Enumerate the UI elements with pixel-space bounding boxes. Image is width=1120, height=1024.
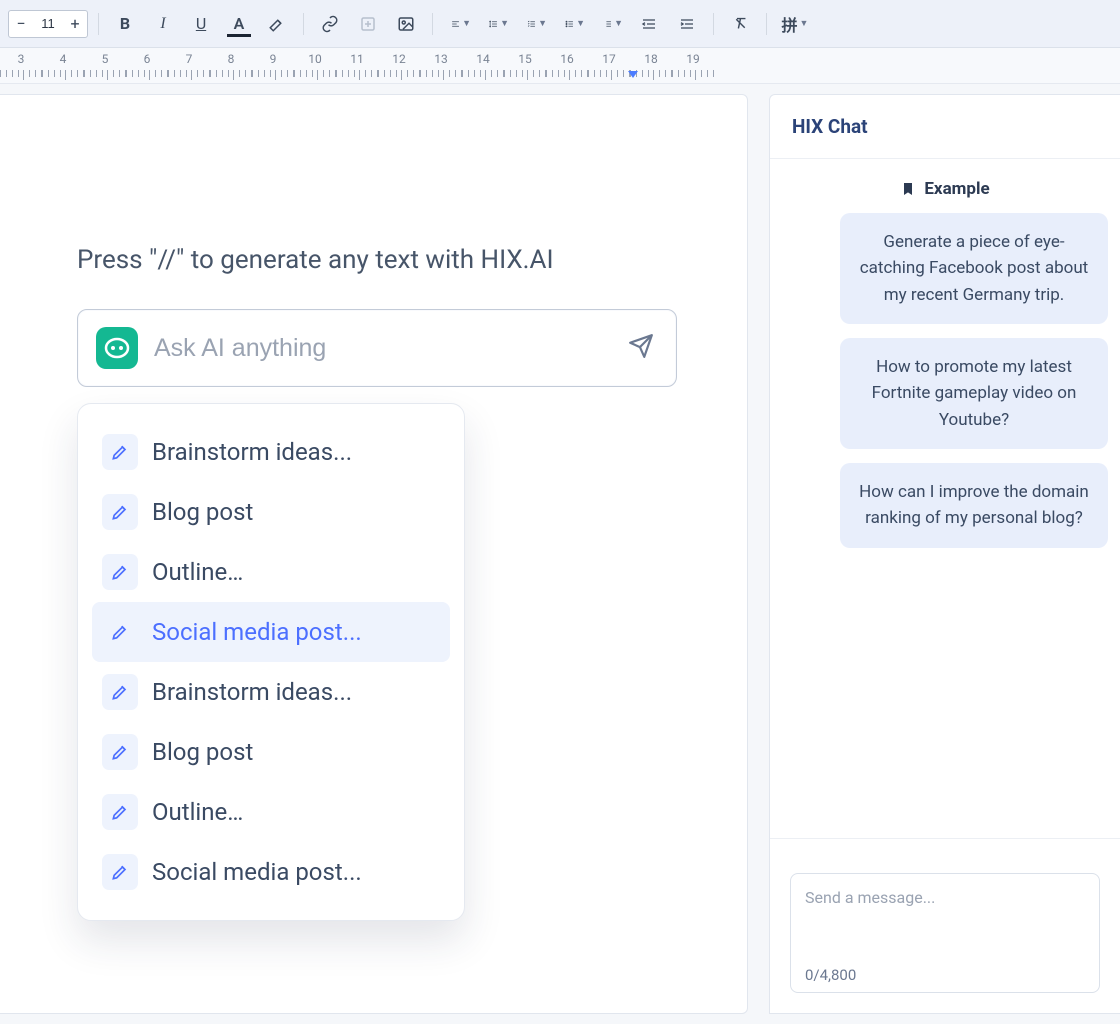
- pencil-icon: [102, 674, 138, 710]
- suggestion-label: Brainstorm ideas...: [152, 678, 352, 706]
- toolbar-separator: [432, 13, 433, 35]
- formatting-toolbar: − + B I U A ▼ ▼ ▼ ▼ ▼ 拼▼: [0, 0, 1120, 48]
- insert-button[interactable]: [352, 8, 384, 40]
- ruler-unit: 4: [42, 52, 84, 66]
- suggestion-item[interactable]: Outline…: [92, 782, 450, 842]
- suggestion-item[interactable]: Brainstorm ideas...: [92, 422, 450, 482]
- char-counter: 0/4,800: [805, 966, 1085, 984]
- align-button[interactable]: ▼: [443, 8, 475, 40]
- toolbar-separator: [303, 13, 304, 35]
- indent-button[interactable]: [671, 8, 703, 40]
- ruler-unit: 14: [462, 52, 504, 66]
- chat-header: HIX Chat: [770, 95, 1120, 159]
- send-icon[interactable]: [628, 333, 654, 363]
- pencil-icon: [102, 734, 138, 770]
- ruler-unit: 15: [504, 52, 546, 66]
- pencil-icon: [102, 794, 138, 830]
- suggestion-item[interactable]: Social media post...: [92, 842, 450, 902]
- ruler-unit: 17: [588, 52, 630, 66]
- ruler-unit: 8: [210, 52, 252, 66]
- numbered-list-button[interactable]: ▼: [595, 8, 627, 40]
- chat-input-box: 0/4,800: [790, 873, 1100, 993]
- checklist-button[interactable]: ▼: [519, 8, 551, 40]
- example-heading-text: Example: [924, 179, 989, 199]
- ruler-unit: 5: [84, 52, 126, 66]
- ruler-unit: 6: [126, 52, 168, 66]
- underline-button[interactable]: U: [185, 8, 217, 40]
- toolbar-separator: [98, 13, 99, 35]
- suggestion-label: Blog post: [152, 738, 253, 766]
- font-size-input[interactable]: [33, 16, 63, 31]
- text-color-button[interactable]: A: [223, 8, 255, 40]
- suggestion-label: Social media post...: [152, 618, 362, 646]
- ai-suggestions-dropdown: Brainstorm ideas... Blog post Outline… Soci…: [77, 403, 465, 921]
- ruler-unit: 18: [630, 52, 672, 66]
- example-prompt[interactable]: How to promote my latest Fortnite gamepl…: [840, 338, 1108, 449]
- suggestion-label: Brainstorm ideas...: [152, 438, 352, 466]
- bulleted-list-button[interactable]: ▼: [557, 8, 589, 40]
- suggestion-item[interactable]: Outline…: [92, 542, 450, 602]
- image-button[interactable]: [390, 8, 422, 40]
- bold-button[interactable]: B: [109, 8, 141, 40]
- ruler-unit: 10: [294, 52, 336, 66]
- ai-hint-text: Press "//" to generate any text with HIX…: [77, 245, 677, 275]
- pencil-icon: [102, 614, 138, 650]
- ruler-unit: 19: [672, 52, 714, 66]
- indent-marker-icon[interactable]: [627, 70, 639, 82]
- suggestion-item[interactable]: Brainstorm ideas...: [92, 662, 450, 722]
- example-heading: Example: [770, 159, 1120, 213]
- pencil-icon: [102, 854, 138, 890]
- italic-button[interactable]: I: [147, 8, 179, 40]
- suggestion-label: Blog post: [152, 498, 253, 526]
- chat-panel: HIX Chat Example Generate a piece of eye…: [769, 94, 1120, 1014]
- toolbar-separator: [713, 13, 714, 35]
- chat-title: HIX Chat: [792, 115, 868, 138]
- toolbar-separator: [766, 13, 767, 35]
- highlight-button[interactable]: [261, 8, 293, 40]
- clear-formatting-button[interactable]: [724, 8, 756, 40]
- font-size-stepper: − +: [8, 10, 88, 38]
- bookmark-icon: [900, 181, 916, 197]
- ask-ai-box: [77, 309, 677, 387]
- suggestion-label: Social media post...: [152, 858, 362, 886]
- chat-message-input[interactable]: [805, 888, 1085, 960]
- pencil-icon: [102, 554, 138, 590]
- ruler-unit: 16: [546, 52, 588, 66]
- font-size-decrease-button[interactable]: −: [9, 11, 33, 37]
- ruler-unit: 7: [168, 52, 210, 66]
- horizontal-ruler: 345678910111213141516171819: [0, 48, 1120, 84]
- ask-ai-input[interactable]: [154, 334, 612, 363]
- suggestion-item[interactable]: Social media post...: [92, 602, 450, 662]
- suggestion-item[interactable]: Blog post: [92, 722, 450, 782]
- suggestion-label: Outline…: [152, 798, 243, 826]
- document-page: Press "//" to generate any text with HIX…: [0, 94, 748, 1014]
- example-prompt[interactable]: How can I improve the domain ranking of …: [840, 463, 1108, 548]
- ruler-unit: 12: [378, 52, 420, 66]
- line-spacing-button[interactable]: ▼: [481, 8, 513, 40]
- example-prompt[interactable]: Generate a piece of eye-catching Faceboo…: [840, 213, 1108, 324]
- ruler-unit: 9: [252, 52, 294, 66]
- suggestion-item[interactable]: Blog post: [92, 482, 450, 542]
- pencil-icon: [102, 494, 138, 530]
- ai-bot-icon: [96, 327, 138, 369]
- ruler-unit: 11: [336, 52, 378, 66]
- link-button[interactable]: [314, 8, 346, 40]
- chat-input-area: 0/4,800: [770, 838, 1120, 1013]
- outdent-button[interactable]: [633, 8, 665, 40]
- font-size-increase-button[interactable]: +: [63, 11, 87, 37]
- pencil-icon: [102, 434, 138, 470]
- suggestion-label: Outline…: [152, 558, 243, 586]
- example-list: Generate a piece of eye-catching Faceboo…: [770, 213, 1120, 548]
- ruler-unit: 3: [0, 52, 42, 66]
- ruler-unit: 13: [420, 52, 462, 66]
- pinyin-button[interactable]: 拼▼: [777, 8, 809, 40]
